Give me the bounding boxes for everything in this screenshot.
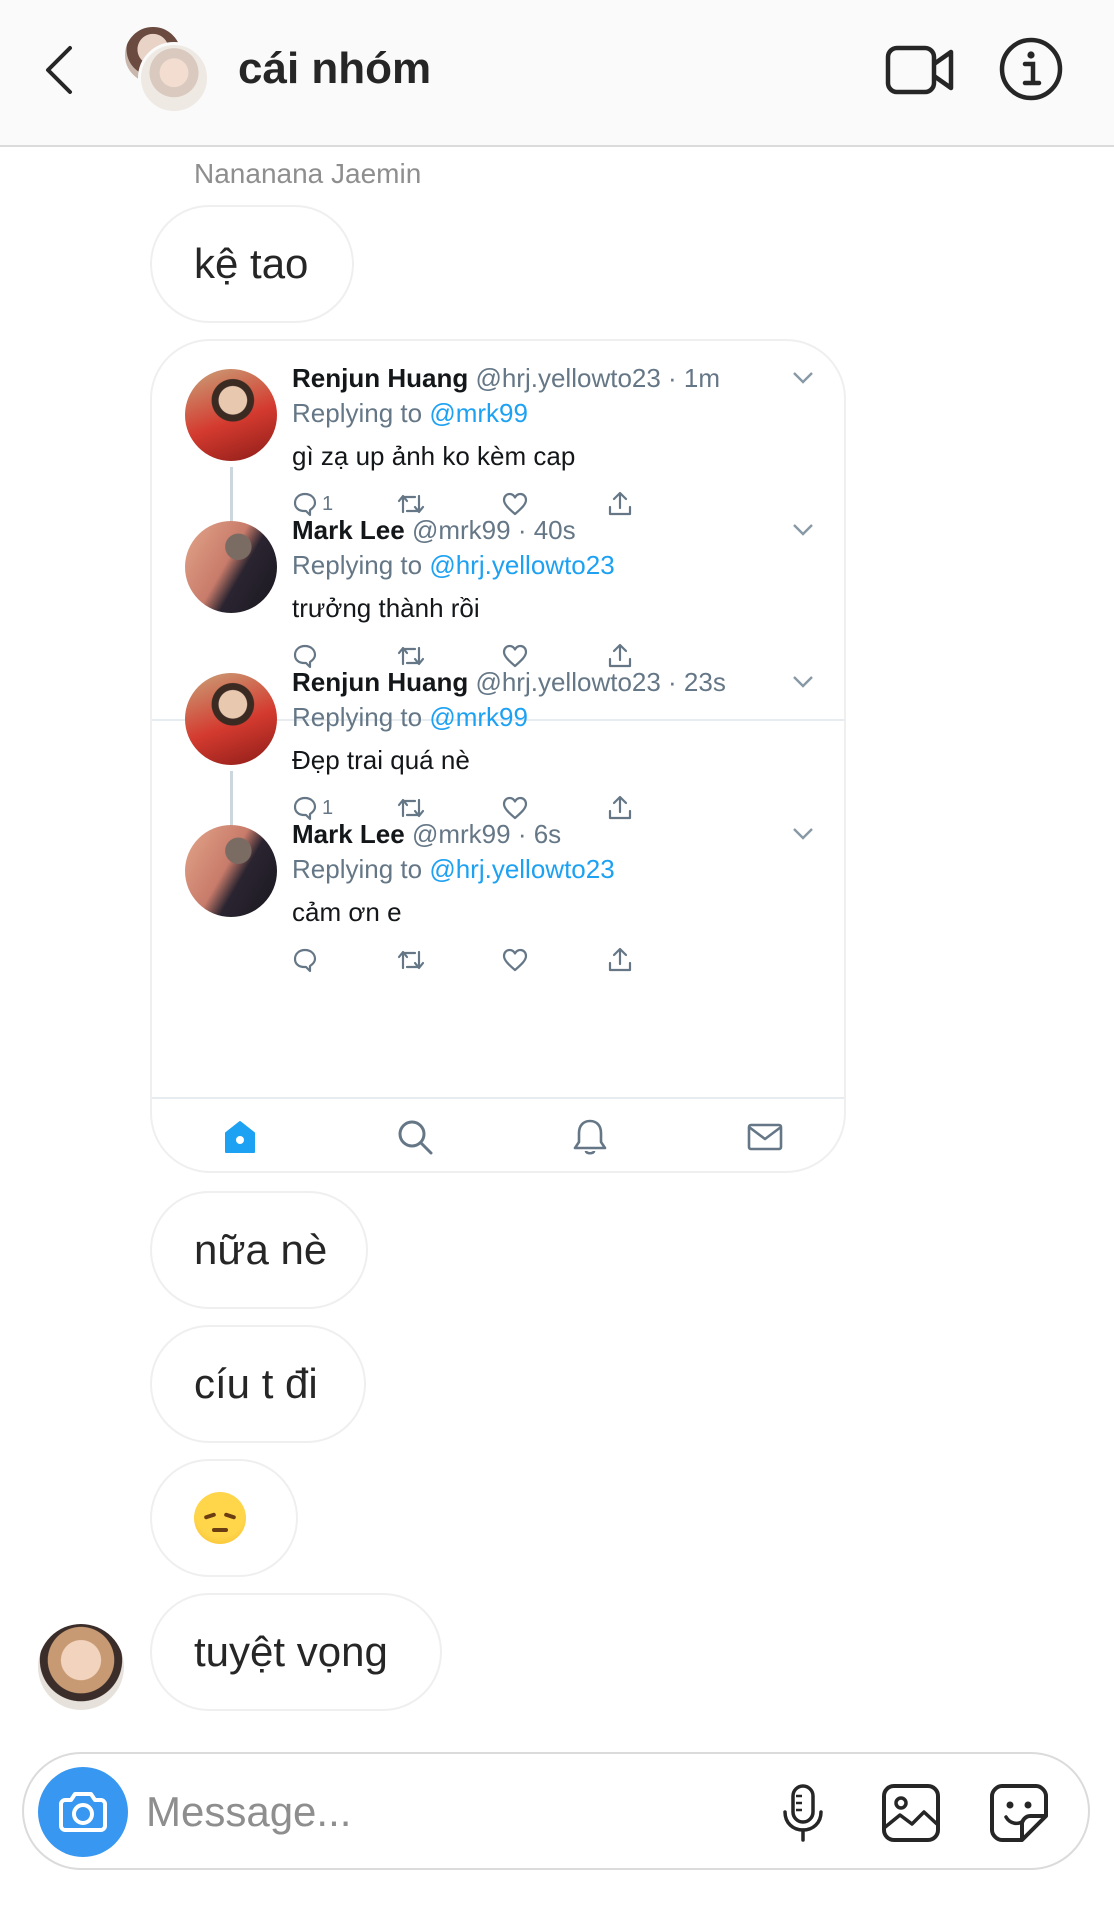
replying-handle: @hrj.yellowto23 — [429, 550, 615, 580]
retweet-action — [397, 945, 425, 975]
message-composer — [22, 1752, 1090, 1870]
replying-to: Replying to @hrj.yellowto23 — [292, 550, 615, 581]
mail-icon — [747, 1123, 783, 1151]
twitter-tab-bar — [152, 1097, 844, 1171]
reply-action — [292, 945, 322, 975]
heart-icon — [502, 796, 528, 820]
retweet-icon — [397, 798, 425, 818]
microphone-icon[interactable] — [772, 1782, 834, 1844]
comment-icon — [293, 492, 317, 517]
heart-icon — [502, 492, 528, 516]
share-action — [607, 793, 633, 823]
sender-name: Nananana Jaemin — [194, 158, 422, 189]
replying-to: Replying to @hrj.yellowto23 — [292, 854, 615, 885]
message-text: kệ tao — [194, 240, 309, 287]
tweet-meta: @mrk99 · 6s — [411, 819, 562, 849]
replying-prefix: Replying to — [292, 550, 423, 580]
tweet-author: Renjun Huang — [292, 667, 469, 697]
share-action — [607, 489, 633, 519]
info-button[interactable] — [998, 36, 1064, 102]
share-icon — [608, 491, 632, 516]
chevron-down-icon — [793, 372, 813, 384]
like-action — [502, 945, 528, 975]
tweet-text: trưởng thành rồi — [292, 593, 480, 623]
reply-count: 1 — [322, 796, 334, 819]
comment-icon — [293, 796, 317, 821]
video-camera-icon — [885, 45, 954, 95]
tweet-actions — [292, 945, 712, 975]
replying-prefix: Replying to — [292, 702, 423, 732]
reply-count: 1 — [322, 492, 334, 515]
sticker-icon[interactable] — [988, 1782, 1050, 1844]
replying-prefix: Replying to — [292, 854, 423, 884]
replying-handle: @mrk99 — [429, 702, 528, 732]
member-avatar — [138, 42, 210, 114]
tweet-text: Đẹp trai quá nè — [292, 745, 470, 775]
avatar — [185, 521, 277, 613]
comment-icon — [293, 644, 317, 669]
chat-title[interactable]: cái nhóm — [238, 44, 431, 94]
home-icon — [225, 1121, 255, 1153]
chevron-left-icon — [46, 46, 72, 94]
retweet-icon — [397, 950, 425, 970]
tweet-header: Renjun Huang @hrj.yellowto23 · 23s — [292, 667, 726, 698]
tweet-author: Mark Lee — [292, 515, 405, 545]
video-call-button[interactable] — [885, 44, 955, 96]
message-text: tuyệt vọng — [194, 1628, 388, 1675]
replying-prefix: Replying to — [292, 398, 423, 428]
message-text: nữa nè — [194, 1226, 328, 1273]
tweet-header: Mark Lee @mrk99 · 6s — [292, 819, 561, 850]
camera-icon — [59, 1792, 107, 1832]
chevron-down-icon — [793, 524, 813, 536]
tweet-author: Renjun Huang — [292, 363, 469, 393]
image-icon[interactable] — [880, 1782, 942, 1844]
replying-to: Replying to @mrk99 — [292, 702, 528, 733]
message-bubble[interactable]: tuyệt vọng — [150, 1593, 442, 1711]
search-icon — [398, 1120, 433, 1155]
replying-handle: @hrj.yellowto23 — [429, 854, 615, 884]
retweet-icon — [397, 646, 425, 666]
message-bubble[interactable] — [150, 1459, 298, 1577]
tweet-header: Renjun Huang @hrj.yellowto23 · 1m — [292, 363, 720, 394]
avatar — [185, 369, 277, 461]
message-input[interactable] — [146, 1784, 626, 1840]
retweet-icon — [397, 494, 425, 514]
chevron-down-icon — [793, 828, 813, 840]
replying-to: Replying to @mrk99 — [292, 398, 528, 429]
message-bubble[interactable]: kệ tao — [150, 205, 354, 323]
chat-screen: cái nhóm Nananana Jaemin kệ tao Renjun H… — [0, 0, 1114, 1920]
message-text: cíu t đi — [194, 1360, 318, 1407]
tweet-meta: @hrj.yellowto23 · 23s — [475, 667, 726, 697]
camera-button[interactable] — [38, 1767, 128, 1857]
share-icon — [608, 795, 632, 820]
avatar — [185, 825, 277, 917]
info-icon — [999, 37, 1063, 101]
tweet-meta: @hrj.yellowto23 · 1m — [475, 363, 721, 393]
pensive-face-icon — [194, 1492, 246, 1544]
message-bubble[interactable]: cíu t đi — [150, 1325, 366, 1443]
chevron-down-icon — [793, 676, 813, 688]
share-icon — [608, 643, 632, 668]
avatar — [185, 673, 277, 765]
group-avatar[interactable] — [122, 24, 212, 114]
heart-icon — [502, 948, 528, 972]
tweet-text: cảm ơn e — [292, 897, 402, 927]
bell-icon — [573, 1119, 607, 1155]
share-action — [607, 945, 633, 975]
replying-handle: @mrk99 — [429, 398, 528, 428]
tweet-text: gì zạ up ảnh ko kèm cap — [292, 441, 576, 471]
chat-header: cái nhóm — [0, 0, 1114, 147]
comment-icon — [293, 948, 317, 973]
shared-tweet-screenshot[interactable]: Renjun Huang @hrj.yellowto23 · 1m Replyi… — [150, 339, 846, 1173]
tweet-author: Mark Lee — [292, 819, 405, 849]
message-bubble[interactable]: nữa nè — [150, 1191, 368, 1309]
tweet-header: Mark Lee @mrk99 · 40s — [292, 515, 576, 546]
tweet-meta: @mrk99 · 40s — [411, 515, 576, 545]
back-button[interactable] — [40, 40, 80, 100]
heart-icon — [502, 644, 528, 668]
share-icon — [608, 947, 632, 972]
avatar[interactable] — [38, 1624, 124, 1710]
